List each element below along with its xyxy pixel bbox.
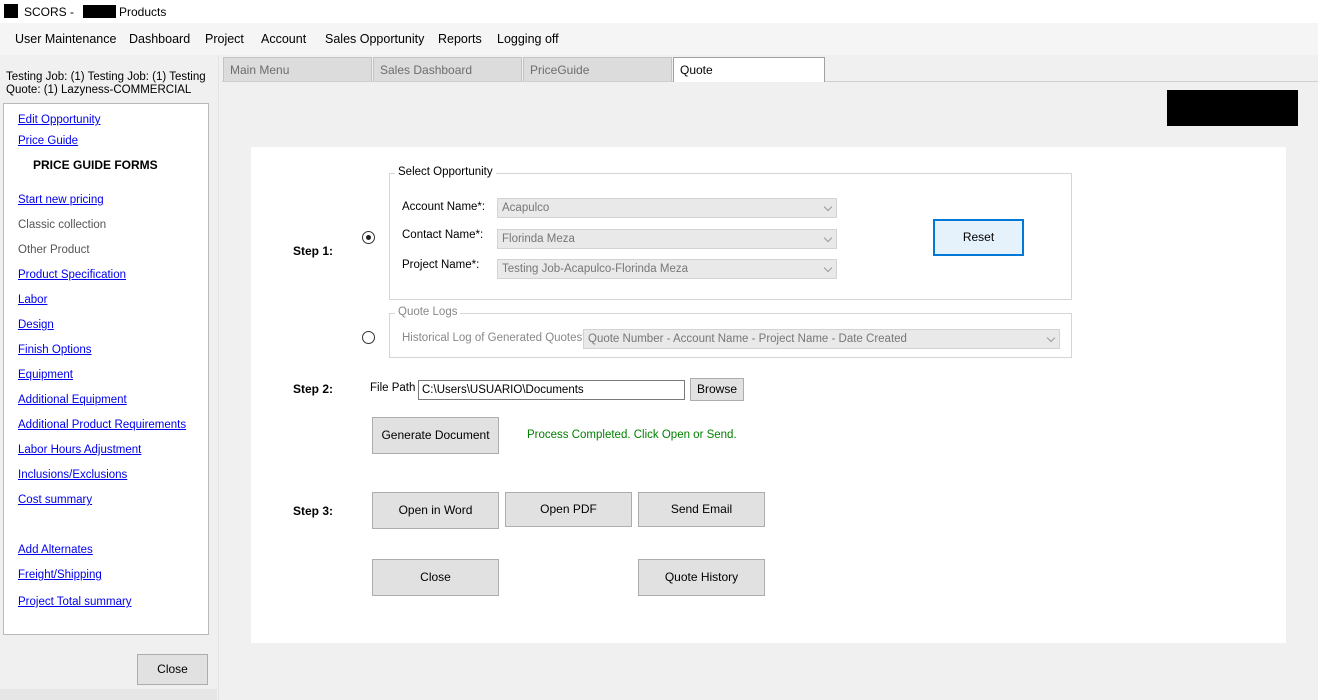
redacted-block: [83, 5, 116, 18]
context-line-job: Testing Job: (1) Testing Job: (1) Testin…: [6, 71, 206, 83]
section-title: PRICE GUIDE FORMS: [33, 158, 158, 172]
project-name-select[interactable]: Testing Job-Acapulco-Florinda Meza: [497, 259, 837, 279]
open-in-word-button[interactable]: Open in Word: [372, 492, 499, 529]
link-project-total-summary[interactable]: Project Total summary: [18, 596, 132, 608]
menu-bar: User Maintenance Dashboard Project Accou…: [0, 23, 1318, 55]
select-opportunity-legend: Select Opportunity: [395, 166, 496, 178]
radio-selected-dot: [366, 235, 371, 240]
radio-quote-logs[interactable]: [362, 331, 375, 344]
item-classic-collection: Classic collection: [18, 219, 107, 231]
close-button[interactable]: Close: [372, 559, 499, 596]
account-name-select[interactable]: Acapulco: [497, 198, 837, 218]
status-message: Process Completed. Click Open or Send.: [527, 429, 737, 441]
chevron-down-icon: [1046, 333, 1056, 343]
quote-panel: Step 1: Select Opportunity Account Name*…: [251, 147, 1286, 643]
context-line-quote: Quote: (1) Lazyness-COMMERCIAL: [6, 84, 192, 96]
link-finish-options[interactable]: Finish Options: [18, 344, 92, 356]
send-email-button[interactable]: Send Email: [638, 492, 765, 527]
tab-sales-dashboard[interactable]: Sales Dashboard: [373, 57, 522, 81]
link-equipment[interactable]: Equipment: [18, 369, 73, 381]
menu-logging-off[interactable]: Logging off: [497, 32, 559, 46]
menu-project[interactable]: Project: [205, 32, 244, 46]
step2-label: Step 2:: [293, 382, 334, 396]
link-design[interactable]: Design: [18, 319, 54, 331]
account-name-value: Acapulco: [502, 202, 550, 214]
link-edit-opportunity[interactable]: Edit Opportunity: [18, 114, 100, 126]
link-cost-summary[interactable]: Cost summary: [18, 494, 92, 506]
quote-logs-legend: Quote Logs: [395, 306, 461, 318]
context-header: Testing Job: (1) Testing Job: (1) Testin…: [6, 71, 211, 97]
radio-select-opportunity[interactable]: [362, 231, 375, 244]
chevron-down-icon: [823, 202, 833, 212]
menu-user-maintenance[interactable]: User Maintenance: [15, 32, 116, 46]
history-log-select[interactable]: Quote Number - Account Name - Project Na…: [583, 329, 1060, 349]
company-logo: [1167, 90, 1298, 126]
contact-name-label: Contact Name*:: [402, 229, 484, 241]
link-labor[interactable]: Labor: [18, 294, 47, 306]
item-other-product: Other Product: [18, 244, 90, 256]
step1-label: Step 1:: [293, 244, 334, 258]
window-title-suffix: Products: [119, 5, 167, 19]
link-price-guide[interactable]: Price Guide: [18, 135, 78, 147]
chevron-down-icon: [823, 263, 833, 273]
select-opportunity-group: Select Opportunity Account Name*: Acapul…: [389, 166, 1072, 300]
link-inclusions-exclusions[interactable]: Inclusions/Exclusions: [18, 469, 127, 481]
menu-dashboard[interactable]: Dashboard: [129, 32, 190, 46]
link-additional-product-requirements[interactable]: Additional Product Requirements: [18, 419, 186, 431]
account-name-label: Account Name*:: [402, 201, 486, 213]
open-pdf-button[interactable]: Open PDF: [505, 492, 632, 527]
project-name-label: Project Name*:: [402, 259, 480, 271]
link-labor-hours-adjustment[interactable]: Labor Hours Adjustment: [18, 444, 141, 456]
file-path-input[interactable]: C:\Users\USUARIO\Documents: [418, 380, 685, 400]
menu-sales-opportunity[interactable]: Sales Opportunity: [325, 32, 424, 46]
title-bar: SCORS - Products: [0, 0, 1318, 23]
price-guide-nav: Edit Opportunity Price Guide PRICE GUIDE…: [3, 103, 209, 635]
contact-name-select[interactable]: Florinda Meza: [497, 229, 837, 249]
browse-button[interactable]: Browse: [690, 378, 744, 401]
step3-label: Step 3:: [293, 504, 334, 518]
tab-main-menu[interactable]: Main Menu: [223, 57, 372, 81]
reset-button[interactable]: Reset: [933, 219, 1024, 256]
chevron-down-icon: [823, 233, 833, 243]
link-product-specification[interactable]: Product Specification: [18, 269, 126, 281]
history-log-label: Historical Log of Generated Quotes*:: [402, 332, 590, 344]
generate-document-button[interactable]: Generate Document: [372, 417, 499, 454]
tab-quote[interactable]: Quote: [673, 57, 825, 82]
file-path-label: File Path: [370, 382, 416, 394]
project-name-value: Testing Job-Acapulco-Florinda Meza: [502, 263, 689, 275]
quote-logs-group: Quote Logs Historical Log of Generated Q…: [389, 306, 1072, 358]
left-close-button[interactable]: Close: [137, 654, 208, 685]
window-title-prefix: SCORS -: [24, 5, 75, 19]
tab-priceguide[interactable]: PriceGuide: [523, 57, 672, 81]
menu-reports[interactable]: Reports: [438, 32, 482, 46]
menu-account[interactable]: Account: [261, 32, 306, 46]
quote-history-button[interactable]: Quote History: [638, 559, 765, 596]
history-log-value: Quote Number - Account Name - Project Na…: [588, 333, 907, 345]
link-additional-equipment[interactable]: Additional Equipment: [18, 394, 127, 406]
link-add-alternates[interactable]: Add Alternates: [18, 544, 93, 556]
link-freight-shipping[interactable]: Freight/Shipping: [18, 569, 102, 581]
left-bottom-strip: [0, 689, 217, 700]
link-start-new-pricing[interactable]: Start new pricing: [18, 194, 104, 206]
contact-name-value: Florinda Meza: [502, 233, 575, 245]
app-icon: [4, 4, 18, 18]
